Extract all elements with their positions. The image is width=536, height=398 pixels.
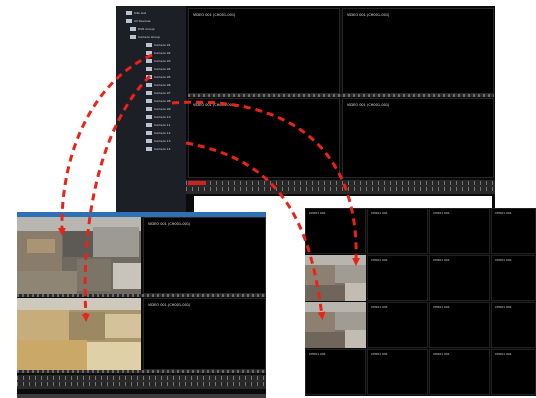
drag-arrow bbox=[171, 100, 361, 266]
drag-arrow bbox=[81, 74, 152, 322]
drag-arrows bbox=[57, 53, 361, 322]
drag-arrow bbox=[57, 53, 153, 236]
drag-arrow bbox=[185, 141, 326, 320]
